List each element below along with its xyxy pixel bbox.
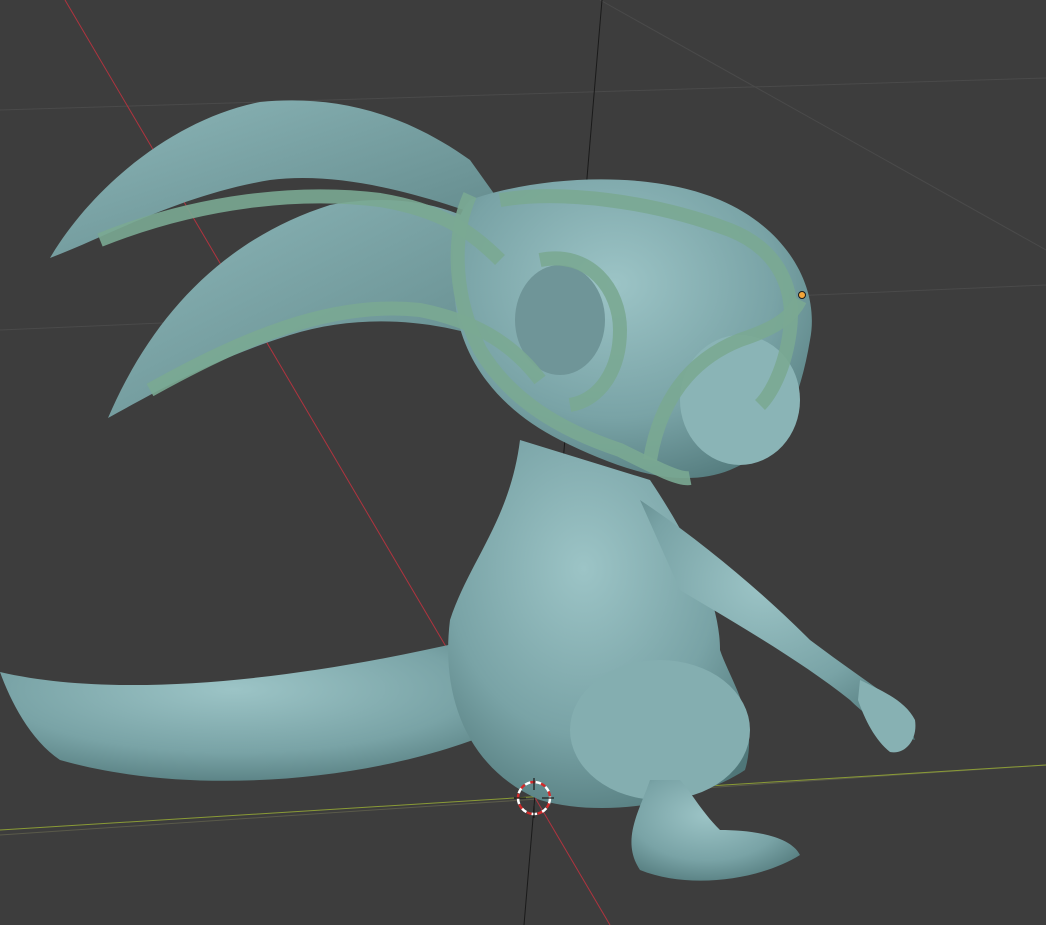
origin-marker	[798, 291, 806, 299]
creature-hand	[858, 680, 916, 753]
creature-foot	[631, 780, 800, 881]
3d-viewport[interactable]	[0, 0, 1046, 925]
creature-thigh	[570, 660, 750, 800]
viewport-canvas[interactable]	[0, 0, 1046, 925]
creature-tail	[0, 640, 520, 781]
